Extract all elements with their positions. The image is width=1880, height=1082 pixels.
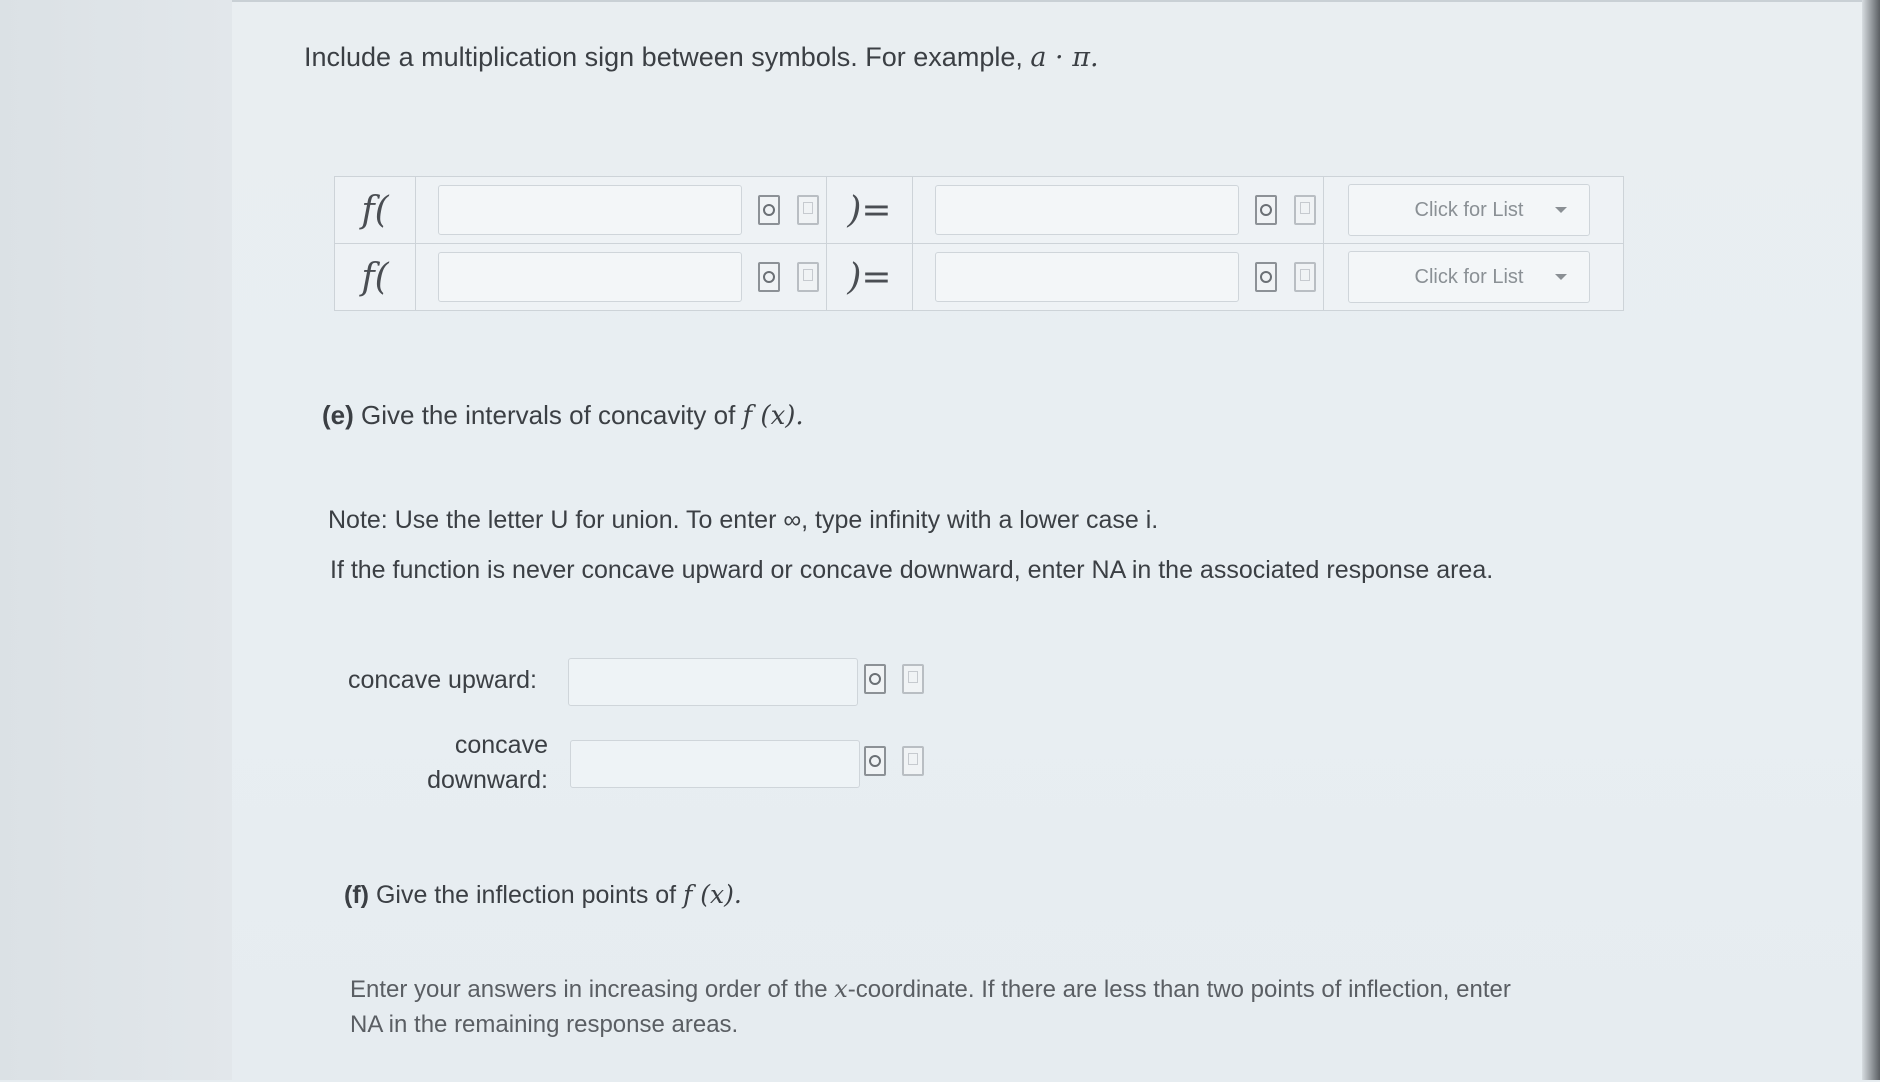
enter-note-start: Enter your answers in increasing order o… [350,976,828,1003]
click-for-list-dropdown[interactable]: Click for List [1348,251,1590,303]
concave-downward-tools [852,746,925,776]
instruction-text: Include a multiplication sign between sy… [304,42,1099,73]
x-input[interactable] [438,185,742,235]
equals-sign: )= [826,243,913,311]
question-page [232,0,1862,1082]
concave-upward-label: concave upward: [348,666,538,694]
part-e-math: f (x). [742,401,804,431]
dropdown-cell: Click for List [1323,243,1624,311]
click-for-list-dropdown[interactable]: Click for List [1348,184,1590,236]
concave-downward-label-line1: concave [454,731,548,759]
chevron-down-icon [1555,207,1567,213]
input-cell [415,243,827,311]
concave-downward-input[interactable] [570,740,860,788]
preview-icon[interactable] [758,262,781,292]
blank-page-icon[interactable] [902,664,925,694]
part-e-text: Give the intervals of concavity of [361,400,736,430]
equals-sign: )= [826,176,913,244]
enter-note-line2: NA in the remaining response areas. [350,1011,739,1038]
output-cell [912,176,1324,244]
enter-note-var: x [834,975,848,1003]
inflection-instructions: Enter your answers in increasing order o… [350,972,1650,1042]
func-prefix: f( [334,176,416,244]
func-prefix: f( [334,243,416,311]
x-input[interactable] [438,252,742,302]
preview-icon[interactable] [758,195,781,225]
instruction-body: Include a multiplication sign between sy… [304,42,1023,72]
left-margin [0,0,232,1080]
chevron-down-icon [1555,274,1567,280]
part-f-label: (f) [344,881,369,909]
function-values-table: f( )= Click for List f( )= Click for Lis… [334,176,1624,311]
union-note: Note: Use the letter U for union. To ent… [328,506,1159,534]
part-f-question: (f) Give the inflection points of f (x). [344,880,742,910]
y-input[interactable] [935,252,1239,302]
input-cell [415,176,827,244]
dropdown-label: Click for List [1414,265,1524,288]
part-f-math: f (x). [683,880,742,909]
table-row: f( )= Click for List [334,176,1624,244]
blank-page-icon[interactable] [1293,195,1316,225]
output-cell [912,243,1324,311]
preview-icon[interactable] [864,746,886,776]
blank-page-icon[interactable] [796,195,819,225]
concave-downward-label: concave downward: [420,728,548,798]
preview-icon[interactable] [1255,195,1278,225]
enter-note-end: -coordinate. If there are less than two … [847,976,1511,1003]
blank-page-icon[interactable] [902,746,925,776]
part-e-label: (e) [322,400,354,430]
blank-page-icon[interactable] [796,262,819,292]
preview-icon[interactable] [1255,262,1278,292]
part-e-question: (e) Give the intervals of concavity of f… [322,400,804,431]
concave-upward-tools [852,664,925,694]
instruction-example: a · π. [1030,42,1099,73]
dropdown-cell: Click for List [1323,176,1624,244]
na-note: If the function is never concave upward … [330,556,1494,584]
window-edge [1862,0,1880,1080]
concave-upward-input[interactable] [568,658,858,706]
dropdown-label: Click for List [1414,198,1524,221]
concave-downward-label-line2: downward: [427,766,548,794]
table-row: f( )= Click for List [334,243,1624,311]
y-input[interactable] [935,185,1239,235]
preview-icon[interactable] [864,664,886,694]
part-f-text: Give the inflection points of [375,881,677,909]
blank-page-icon[interactable] [1293,262,1316,292]
